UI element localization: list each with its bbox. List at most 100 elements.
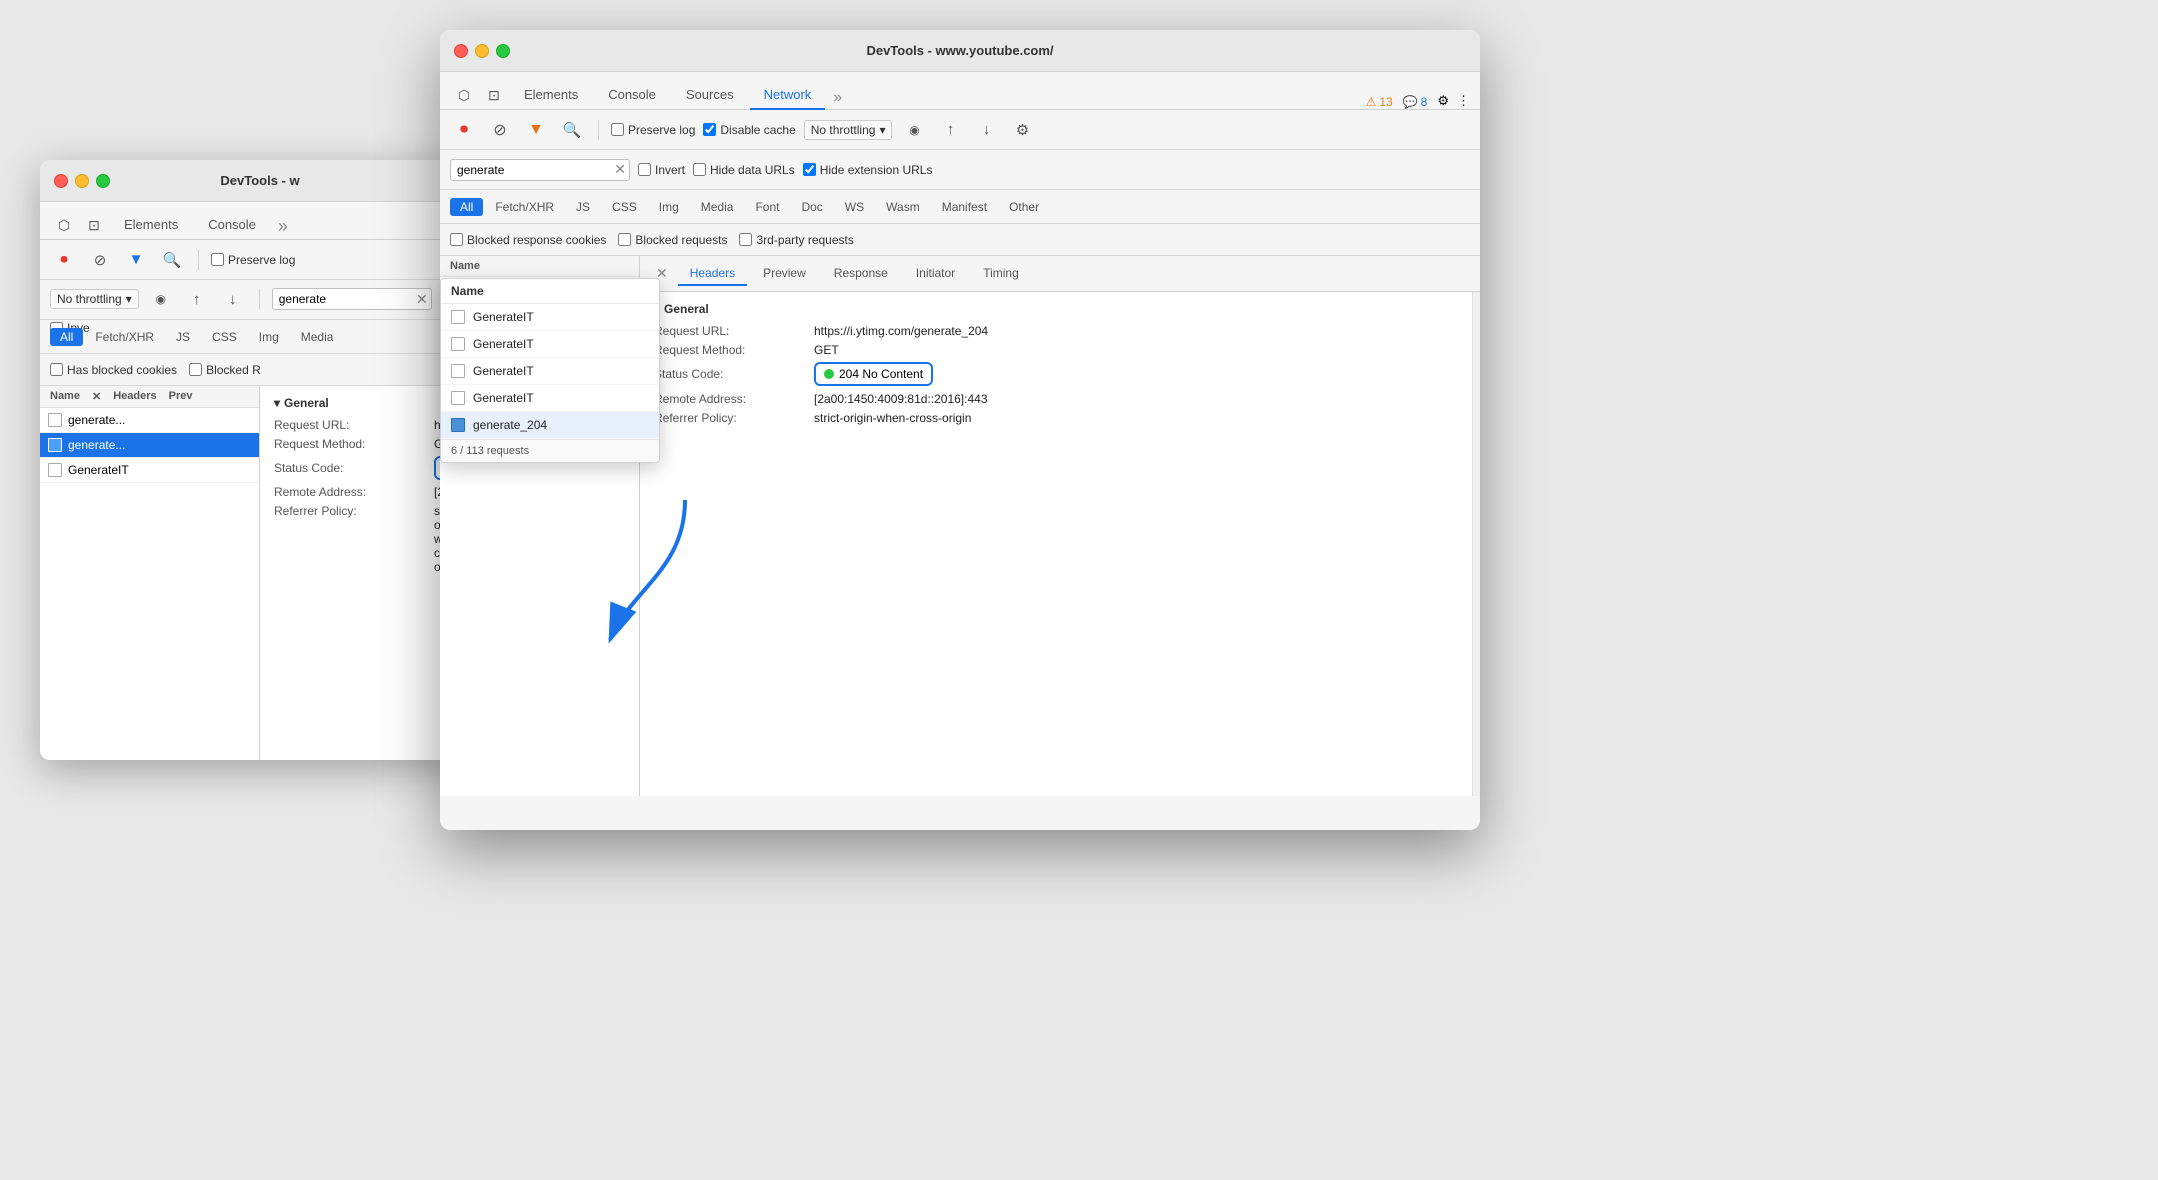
back-download-icon[interactable]: ↓ <box>219 285 247 313</box>
back-search-input[interactable] <box>272 288 432 310</box>
back-cursor-icon[interactable]: ⬡ <box>50 211 78 239</box>
front-type-media-button[interactable]: Media <box>691 198 744 216</box>
back-tab-elements[interactable]: Elements <box>110 211 192 240</box>
front-minimize-button[interactable] <box>475 44 489 58</box>
front-message-icon: 💬 <box>1403 95 1418 109</box>
front-type-other-button[interactable]: Other <box>999 198 1049 216</box>
front-message-badge[interactable]: 💬 8 <box>1403 95 1428 109</box>
front-tab-more-icon[interactable]: » <box>827 87 848 109</box>
back-throttling-dropdown[interactable]: No throttling ▾ <box>50 289 139 309</box>
back-type-all-button[interactable]: All <box>50 328 83 346</box>
front-type-all-button[interactable]: All <box>450 198 483 216</box>
front-blocked-response-cookies-label[interactable]: Blocked response cookies <box>450 233 606 247</box>
back-type-media-button[interactable]: Media <box>291 328 344 346</box>
back-preserve-log-label[interactable]: Preserve log <box>211 253 295 267</box>
dropdown-item-1[interactable]: GenerateIT <box>441 304 659 331</box>
front-download-icon[interactable]: ↓ <box>972 116 1000 144</box>
front-detail-tab-response[interactable]: Response <box>822 262 900 286</box>
front-type-css-button[interactable]: CSS <box>602 198 647 216</box>
back-request-row-2[interactable]: generate... <box>40 433 259 458</box>
back-layers-icon[interactable]: ⊡ <box>80 211 108 239</box>
back-tab-more-icon[interactable]: » <box>272 214 294 239</box>
front-invert-checkbox[interactable] <box>638 163 651 176</box>
back-search-button[interactable]: 🔍 <box>158 246 186 274</box>
back-request-row-1[interactable]: generate... <box>40 408 259 433</box>
front-warning-badge[interactable]: ⚠ 13 <box>1366 95 1393 109</box>
front-search-input[interactable] <box>450 159 630 181</box>
back-maximize-button[interactable] <box>96 174 110 188</box>
back-blocked-requests-label[interactable]: Blocked R <box>189 363 261 377</box>
front-detail-tab-timing[interactable]: Timing <box>971 262 1031 286</box>
dropdown-item-4[interactable]: GenerateIT <box>441 385 659 412</box>
front-throttling-dropdown[interactable]: No throttling ▾ <box>804 120 893 140</box>
back-close-button[interactable] <box>54 174 68 188</box>
back-request-row-3[interactable]: GenerateIT <box>40 458 259 483</box>
back-search-clear-button[interactable]: ✕ <box>416 291 428 308</box>
front-hide-data-urls-checkbox[interactable] <box>693 163 706 176</box>
dropdown-item-5[interactable]: generate_204 <box>441 412 659 439</box>
back-type-js-button[interactable]: JS <box>166 328 200 346</box>
back-record-button[interactable]: ⏺ <box>50 246 78 274</box>
dropdown-item-2[interactable]: GenerateIT <box>441 331 659 358</box>
front-wifi-icon[interactable]: ◉ <box>900 116 928 144</box>
back-upload-icon[interactable]: ↑ <box>183 285 211 313</box>
front-search-button[interactable]: 🔍 <box>558 116 586 144</box>
back-clear-button[interactable]: ⊘ <box>86 246 114 274</box>
front-layers-icon[interactable]: ⊡ <box>480 81 508 109</box>
back-filter-button[interactable]: ▼ <box>122 246 150 274</box>
front-cursor-icon[interactable]: ⬡ <box>450 81 478 109</box>
front-third-party-checkbox[interactable] <box>739 233 752 246</box>
front-type-wasm-button[interactable]: Wasm <box>876 198 930 216</box>
front-upload-icon[interactable]: ↑ <box>936 116 964 144</box>
front-scrollbar-track[interactable] <box>1472 292 1480 796</box>
back-type-fetch-button[interactable]: Fetch/XHR <box>85 328 164 346</box>
front-blocked-requests-checkbox[interactable] <box>618 233 631 246</box>
back-type-css-button[interactable]: CSS <box>202 328 247 346</box>
front-close-button[interactable] <box>454 44 468 58</box>
dropdown-item-3[interactable]: GenerateIT <box>441 358 659 385</box>
back-wifi-icon[interactable]: ◉ <box>147 285 175 313</box>
front-type-font-button[interactable]: Font <box>745 198 789 216</box>
back-blocked-cookies-checkbox[interactable] <box>50 363 63 376</box>
back-minimize-button[interactable] <box>75 174 89 188</box>
front-type-fetch-button[interactable]: Fetch/XHR <box>485 198 564 216</box>
front-settings-icon[interactable]: ⚙ <box>1008 116 1036 144</box>
front-hide-ext-urls-label[interactable]: Hide extension URLs <box>803 163 933 177</box>
back-preserve-log-checkbox[interactable] <box>211 253 224 266</box>
front-third-party-label[interactable]: 3rd-party requests <box>739 233 853 247</box>
front-detail-tab-initiator[interactable]: Initiator <box>904 262 967 286</box>
front-hide-data-urls-label[interactable]: Hide data URLs <box>693 163 795 177</box>
front-hide-ext-urls-checkbox[interactable] <box>803 163 816 176</box>
front-blocked-requests-label[interactable]: Blocked requests <box>618 233 727 247</box>
back-blocked-requests-checkbox[interactable] <box>189 363 202 376</box>
front-type-manifest-button[interactable]: Manifest <box>932 198 997 216</box>
front-blocked-response-cookies-checkbox[interactable] <box>450 233 463 246</box>
front-type-js-button[interactable]: JS <box>566 198 600 216</box>
front-clear-button[interactable]: ⊘ <box>486 116 514 144</box>
front-more-vert-icon[interactable]: ⋮ <box>1457 93 1470 109</box>
front-gear-icon[interactable]: ⚙ <box>1437 93 1449 109</box>
front-tab-sources[interactable]: Sources <box>672 81 748 110</box>
front-tab-console[interactable]: Console <box>594 81 670 110</box>
front-disable-cache-label[interactable]: Disable cache <box>703 123 795 137</box>
front-filter-button[interactable]: ▼ <box>522 116 550 144</box>
front-maximize-button[interactable] <box>496 44 510 58</box>
back-search-wrap: ✕ <box>272 288 432 310</box>
front-preserve-log-label[interactable]: Preserve log <box>611 123 695 137</box>
front-record-button[interactable]: ⏺ <box>450 116 478 144</box>
front-preserve-log-checkbox[interactable] <box>611 123 624 136</box>
front-type-img-button[interactable]: Img <box>649 198 689 216</box>
back-tab-console[interactable]: Console <box>194 211 270 240</box>
front-tab-network[interactable]: Network <box>750 81 826 110</box>
front-type-ws-button[interactable]: WS <box>835 198 874 216</box>
front-search-clear-button[interactable]: ✕ <box>614 161 626 178</box>
front-disable-cache-checkbox[interactable] <box>703 123 716 136</box>
front-detail-tab-preview[interactable]: Preview <box>751 262 818 286</box>
front-type-doc-button[interactable]: Doc <box>791 198 832 216</box>
front-detail-tab-headers[interactable]: Headers <box>678 262 747 286</box>
back-close-panel-icon[interactable]: ✕ <box>92 390 101 403</box>
back-type-img-button[interactable]: Img <box>249 328 289 346</box>
back-blocked-cookies-label[interactable]: Has blocked cookies <box>50 363 177 377</box>
front-invert-label[interactable]: Invert <box>638 163 685 177</box>
front-tab-elements[interactable]: Elements <box>510 81 592 110</box>
